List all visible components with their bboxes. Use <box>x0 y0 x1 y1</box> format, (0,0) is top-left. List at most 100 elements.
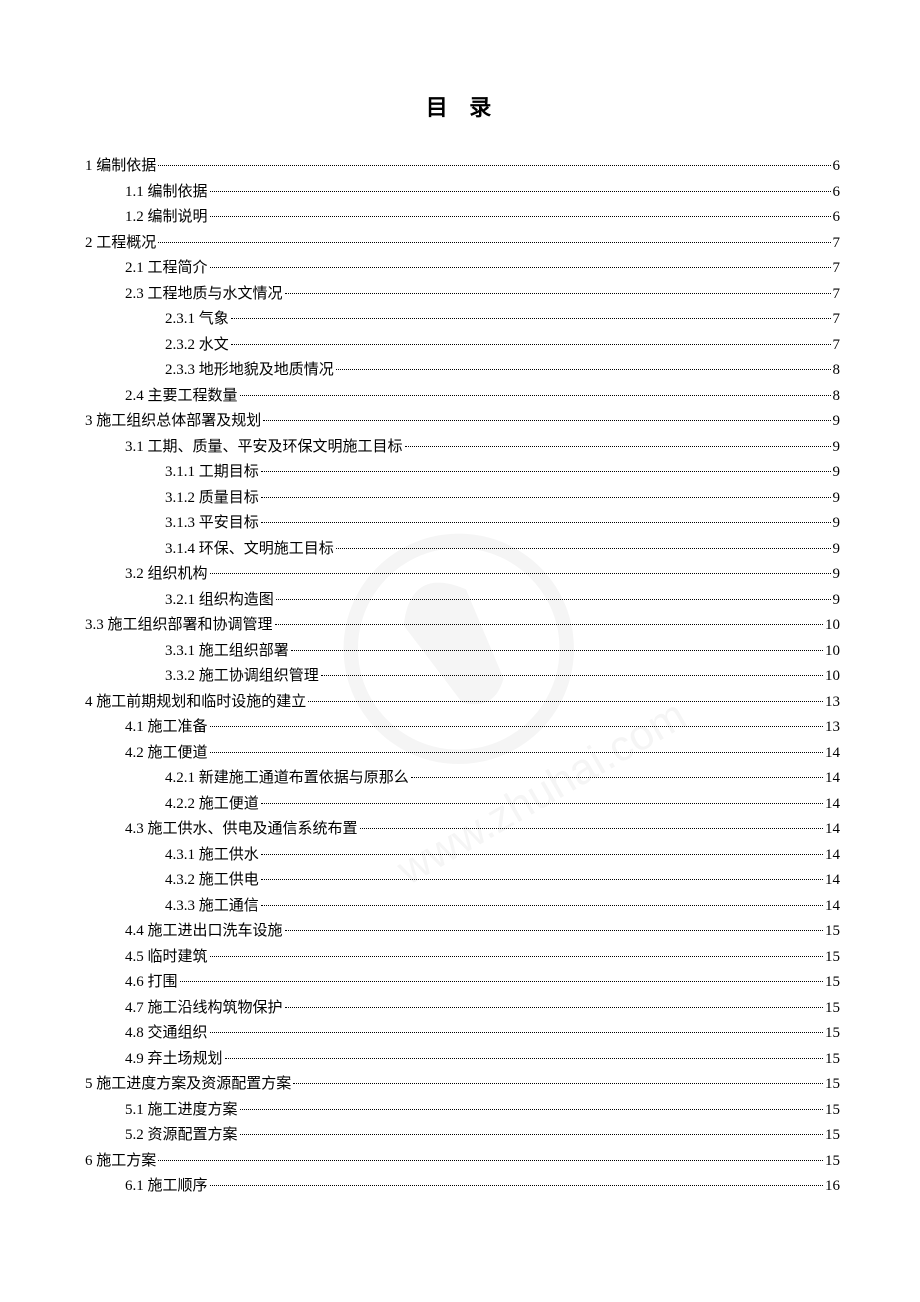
toc-entry: 4.3.1 施工供水14 <box>85 843 840 869</box>
toc-entry-page: 13 <box>825 715 840 741</box>
toc-entry-page: 14 <box>825 766 840 792</box>
toc-leader-dots <box>210 1185 823 1186</box>
toc-entry-text: 4.1 施工准备 <box>125 715 208 741</box>
toc-entry-page: 9 <box>833 460 841 486</box>
toc-entry-page: 10 <box>825 613 840 639</box>
toc-entry: 4 施工前期规划和临时设施的建立13 <box>85 690 840 716</box>
toc-leader-dots <box>321 675 823 676</box>
toc-leader-dots <box>293 1083 823 1084</box>
toc-leader-dots <box>360 828 823 829</box>
toc-entry-page: 10 <box>825 664 840 690</box>
toc-entry-text: 4.5 临时建筑 <box>125 945 208 971</box>
toc-list: 1 编制依据61.1 编制依据61.2 编制说明62 工程概况72.1 工程简介… <box>85 154 840 1200</box>
toc-entry-page: 9 <box>833 486 841 512</box>
toc-entry-text: 5.1 施工进度方案 <box>125 1098 238 1124</box>
toc-entry-text: 2.4 主要工程数量 <box>125 384 238 410</box>
toc-leader-dots <box>240 395 831 396</box>
toc-leader-dots <box>210 267 831 268</box>
toc-entry-page: 7 <box>833 282 841 308</box>
toc-leader-dots <box>411 777 823 778</box>
toc-leader-dots <box>285 293 831 294</box>
toc-entry-text: 4.3.1 施工供水 <box>165 843 259 869</box>
toc-entry: 2.4 主要工程数量8 <box>85 384 840 410</box>
toc-entry: 3.1.3 平安目标9 <box>85 511 840 537</box>
toc-leader-dots <box>240 1109 823 1110</box>
toc-entry-text: 3.2.1 组织构造图 <box>165 588 274 614</box>
toc-entry-page: 14 <box>825 792 840 818</box>
toc-entry: 4.7 施工沿线构筑物保护15 <box>85 996 840 1022</box>
toc-entry: 2.3.1 气象7 <box>85 307 840 333</box>
toc-leader-dots <box>225 1058 823 1059</box>
toc-entry: 3.2.1 组织构造图9 <box>85 588 840 614</box>
toc-entry-page: 15 <box>825 1098 840 1124</box>
toc-entry-page: 14 <box>825 894 840 920</box>
toc-entry-text: 5.2 资源配置方案 <box>125 1123 238 1149</box>
toc-entry: 4.9 弃土场规划15 <box>85 1047 840 1073</box>
toc-leader-dots <box>275 624 823 625</box>
toc-entry: 4.6 打围15 <box>85 970 840 996</box>
toc-entry-page: 9 <box>833 537 841 563</box>
toc-entry: 1 编制依据 6 <box>85 154 840 180</box>
toc-entry-text: 4.3 施工供水、供电及通信系统布置 <box>125 817 358 843</box>
toc-entry-text: 3.1.2 质量目标 <box>165 486 259 512</box>
toc-entry: 1.1 编制依据6 <box>85 180 840 206</box>
toc-leader-dots <box>210 573 831 574</box>
toc-entry-text: 4.2.1 新建施工通道布置依据与原那么 <box>165 766 409 792</box>
toc-entry: 4.2 施工便道14 <box>85 741 840 767</box>
toc-entry-page: 7 <box>833 333 841 359</box>
toc-leader-dots <box>263 420 830 421</box>
toc-entry: 2.3.3 地形地貌及地质情况8 <box>85 358 840 384</box>
toc-entry-text: 4.8 交通组织 <box>125 1021 208 1047</box>
toc-entry-text: 4.2.2 施工便道 <box>165 792 259 818</box>
toc-entry-page: 9 <box>833 435 841 461</box>
toc-entry-text: 4.7 施工沿线构筑物保护 <box>125 996 283 1022</box>
toc-leader-dots <box>276 599 831 600</box>
toc-leader-dots <box>210 956 823 957</box>
toc-entry-text: 1 编制依据 <box>85 154 156 180</box>
toc-entry: 4.1 施工准备 13 <box>85 715 840 741</box>
toc-entry-text: 1.1 编制依据 <box>125 180 208 206</box>
toc-entry-page: 9 <box>833 511 841 537</box>
toc-entry-page: 15 <box>825 1149 840 1175</box>
toc-entry-page: 7 <box>833 256 841 282</box>
toc-entry-text: 4.9 弃土场规划 <box>125 1047 223 1073</box>
toc-entry: 5.1 施工进度方案 15 <box>85 1098 840 1124</box>
toc-leader-dots <box>261 497 831 498</box>
toc-entry: 3.1.1 工期目标 9 <box>85 460 840 486</box>
toc-entry: 2.1 工程简介7 <box>85 256 840 282</box>
toc-entry-page: 14 <box>825 868 840 894</box>
toc-entry-text: 2.3.2 水文 <box>165 333 229 359</box>
toc-entry-text: 3.1.4 环保、文明施工目标 <box>165 537 334 563</box>
toc-entry-text: 4.2 施工便道 <box>125 741 208 767</box>
toc-entry: 5.2 资源配置方案15 <box>85 1123 840 1149</box>
toc-entry: 3.1.2 质量目标 9 <box>85 486 840 512</box>
toc-entry: 3.3 施工组织部署和协调管理10 <box>85 613 840 639</box>
toc-entry: 4.4 施工进出口洗车设施15 <box>85 919 840 945</box>
toc-entry-text: 4.3.3 施工通信 <box>165 894 259 920</box>
toc-leader-dots <box>261 854 823 855</box>
toc-leader-dots <box>210 1032 823 1033</box>
toc-entry: 4.2.2 施工便道 14 <box>85 792 840 818</box>
toc-leader-dots <box>261 803 823 804</box>
toc-entry: 2 工程概况7 <box>85 231 840 257</box>
toc-entry-text: 6 施工方案 <box>85 1149 156 1175</box>
toc-leader-dots <box>210 752 823 753</box>
toc-leader-dots <box>261 522 831 523</box>
toc-entry-text: 5 施工进度方案及资源配置方案 <box>85 1072 291 1098</box>
toc-entry: 3.3.1 施工组织部署10 <box>85 639 840 665</box>
toc-entry-page: 16 <box>825 1174 840 1200</box>
toc-entry: 4.5 临时建筑15 <box>85 945 840 971</box>
toc-entry-page: 10 <box>825 639 840 665</box>
toc-entry-page: 7 <box>833 231 841 257</box>
toc-entry-page: 15 <box>825 919 840 945</box>
toc-leader-dots <box>231 344 831 345</box>
toc-entry: 5 施工进度方案及资源配置方案15 <box>85 1072 840 1098</box>
toc-entry-text: 4.6 打围 <box>125 970 178 996</box>
toc-leader-dots <box>291 650 823 651</box>
toc-entry-text: 3.3.2 施工协调组织管理 <box>165 664 319 690</box>
toc-entry-page: 6 <box>833 154 841 180</box>
toc-entry: 3.1 工期、质量、平安及环保文明施工目标9 <box>85 435 840 461</box>
toc-leader-dots <box>261 905 823 906</box>
toc-entry-text: 3.1.1 工期目标 <box>165 460 259 486</box>
toc-leader-dots <box>158 165 830 166</box>
